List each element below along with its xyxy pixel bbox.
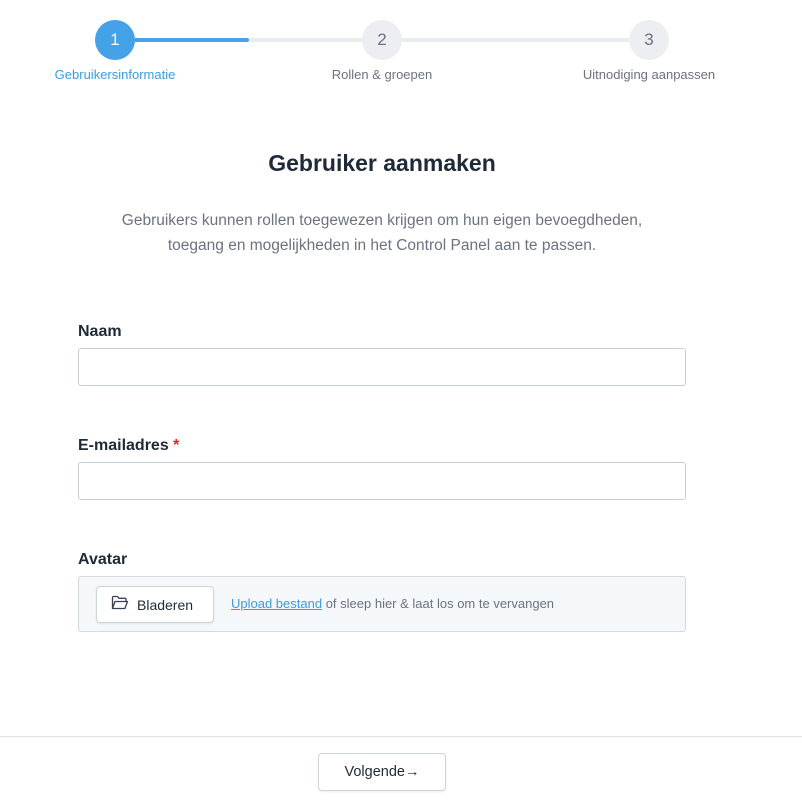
email-label-text: E-mailadres: [78, 437, 169, 454]
intro-line-1: Gebruikers kunnen rollen toegewezen krij…: [121, 212, 643, 229]
stepper-track-progress: [115, 38, 249, 42]
step-2-circle[interactable]: 2: [362, 20, 402, 60]
footer-divider: [0, 736, 802, 737]
step-3-label[interactable]: Uitnodiging aanpassen: [583, 67, 715, 82]
name-label: Naam: [78, 323, 122, 341]
stepper: 1 2 3 Gebruikersinformatie Rollen & groe…: [0, 0, 802, 100]
drop-hint: Upload bestand of sleep hier & laat los …: [231, 596, 554, 611]
page-intro: Gebruikers kunnen rollen toegewezen krij…: [0, 208, 764, 258]
step-1-label[interactable]: Gebruikersinformatie: [55, 67, 176, 82]
avatar-dropzone[interactable]: Bladeren Upload bestand of sleep hier & …: [78, 576, 686, 632]
page-title: Gebruiker aanmaken: [268, 150, 496, 176]
upload-file-link[interactable]: Upload bestand: [231, 596, 322, 611]
browse-button[interactable]: Bladeren: [96, 586, 214, 623]
name-label-text: Naam: [78, 323, 122, 340]
required-mark: *: [173, 437, 180, 454]
folder-open-icon: [111, 595, 129, 614]
intro-line-2: toegang en mogelijkheden in het Control …: [167, 237, 597, 254]
drop-hint-text: of sleep hier & laat los om te vervangen: [322, 596, 555, 611]
avatar-label-text: Avatar: [78, 551, 128, 568]
step-2-label[interactable]: Rollen & groepen: [332, 67, 432, 82]
step-1-circle[interactable]: 1: [95, 20, 135, 60]
browse-button-label: Bladeren: [137, 596, 194, 613]
avatar-label: Avatar: [78, 551, 127, 569]
stepper-track-remaining: [249, 38, 648, 42]
name-input[interactable]: [78, 348, 686, 386]
next-button-label: Volgende: [344, 764, 405, 780]
email-label: E-mailadres *: [78, 437, 179, 455]
arrow-right-icon: →: [404, 764, 420, 780]
step-3-circle[interactable]: 3: [629, 20, 669, 60]
email-input[interactable]: [78, 462, 686, 500]
next-button[interactable]: Volgende →: [318, 753, 446, 791]
